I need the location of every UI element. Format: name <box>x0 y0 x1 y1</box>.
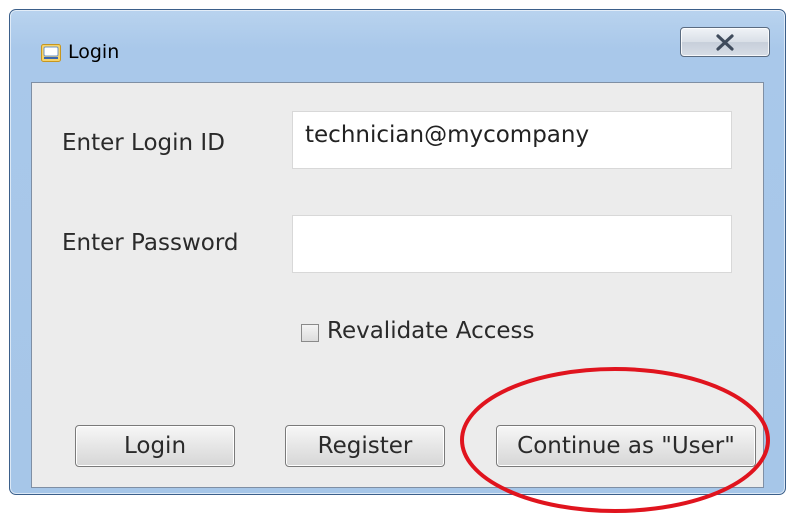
title-bar[interactable]: Login <box>10 10 785 80</box>
register-button[interactable]: Register <box>285 425 445 467</box>
window-title: Login <box>68 41 120 63</box>
close-button[interactable] <box>680 27 770 57</box>
login-form-panel: Enter Login ID technician@mycompany Ente… <box>31 82 764 488</box>
login-id-label: Enter Login ID <box>62 130 225 156</box>
password-label: Enter Password <box>62 230 239 256</box>
app-logo-icon <box>41 44 61 62</box>
revalidate-access-label[interactable]: Revalidate Access <box>327 318 535 344</box>
login-button[interactable]: Login <box>75 425 235 467</box>
login-window: Login Enter Login ID technician@mycompan… <box>9 9 786 495</box>
close-x-icon <box>716 34 734 51</box>
password-field[interactable] <box>292 215 732 273</box>
continue-as-user-button[interactable]: Continue as "User" <box>496 425 756 467</box>
revalidate-access-checkbox[interactable] <box>301 324 319 342</box>
login-id-field[interactable]: technician@mycompany <box>292 111 732 169</box>
screenshot: Login Enter Login ID technician@mycompan… <box>0 0 793 514</box>
